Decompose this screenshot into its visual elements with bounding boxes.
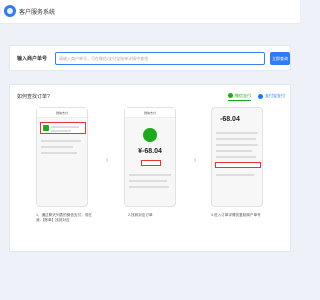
order-search-panel: 输入商户单号 立即查询 <box>9 45 291 71</box>
alipay-icon <box>258 93 263 99</box>
tab-alipay-label: 支付宝支付 <box>265 93 285 98</box>
step-1-caption: 1、通过聊天列表的微信支付，或在我-【账单】找到对应 <box>36 213 92 222</box>
step-3-highlight <box>215 162 261 168</box>
guide-title: 如何查找订单? <box>17 94 50 100</box>
next-arrow-icon: › <box>106 157 109 164</box>
step-1-highlight <box>40 122 86 134</box>
placeholder-line <box>51 130 71 132</box>
step-2-amount: ¥-68.04 <box>138 148 162 155</box>
order-number-label: 输入商户单号 <box>17 56 48 62</box>
placeholder-line <box>129 180 167 182</box>
step-1-screenshot: 微信支付 <box>36 107 88 207</box>
tab-wechat-pay[interactable]: 微信支付 <box>228 91 251 101</box>
app-title: 客户服务系统 <box>19 10 56 16</box>
find-order-guide: 如何查找订单? 微信支付 支付宝支付 微信支付 › 微信支付 ¥-68.04 ›… <box>9 84 291 252</box>
step-2-phone-title: 微信支付 <box>125 108 175 118</box>
step-3-amount: -68.04 <box>220 116 240 123</box>
placeholder-line <box>216 144 258 146</box>
step-2-screenshot: 微信支付 ¥-68.04 <box>124 107 176 207</box>
tab-alipay[interactable]: 支付宝支付 <box>258 91 285 101</box>
next-arrow-icon: › <box>194 157 197 164</box>
placeholder-line <box>41 152 77 154</box>
placeholder-line <box>216 138 256 140</box>
query-button[interactable]: 立即查询 <box>270 52 290 65</box>
placeholder-line <box>216 174 254 176</box>
step-2-caption: 2.找到对应订单 <box>128 213 153 217</box>
step-3-screenshot: -68.04 <box>211 107 263 207</box>
placeholder-line <box>41 146 73 148</box>
placeholder-line <box>216 150 252 152</box>
tab-wechat-pay-label: 微信支付 <box>235 92 251 98</box>
placeholder-line <box>41 140 81 142</box>
wechat-pay-message-icon <box>43 125 49 131</box>
placeholder-line <box>129 174 171 176</box>
placeholder-line <box>129 186 169 188</box>
step-2-highlight <box>141 160 161 166</box>
step-1-phone-title: 微信支付 <box>37 108 87 118</box>
top-bar: 客户服务系统 <box>0 0 300 24</box>
placeholder-line <box>216 132 258 134</box>
order-number-input[interactable] <box>55 52 265 65</box>
wechat-pay-badge-icon <box>143 128 157 142</box>
placeholder-line <box>51 126 79 128</box>
app-logo-icon <box>4 5 16 17</box>
step-3-caption: 3.进入订单详情页复制商户单号 <box>211 213 261 217</box>
placeholder-line <box>216 156 256 158</box>
wechat-pay-icon <box>228 93 233 98</box>
